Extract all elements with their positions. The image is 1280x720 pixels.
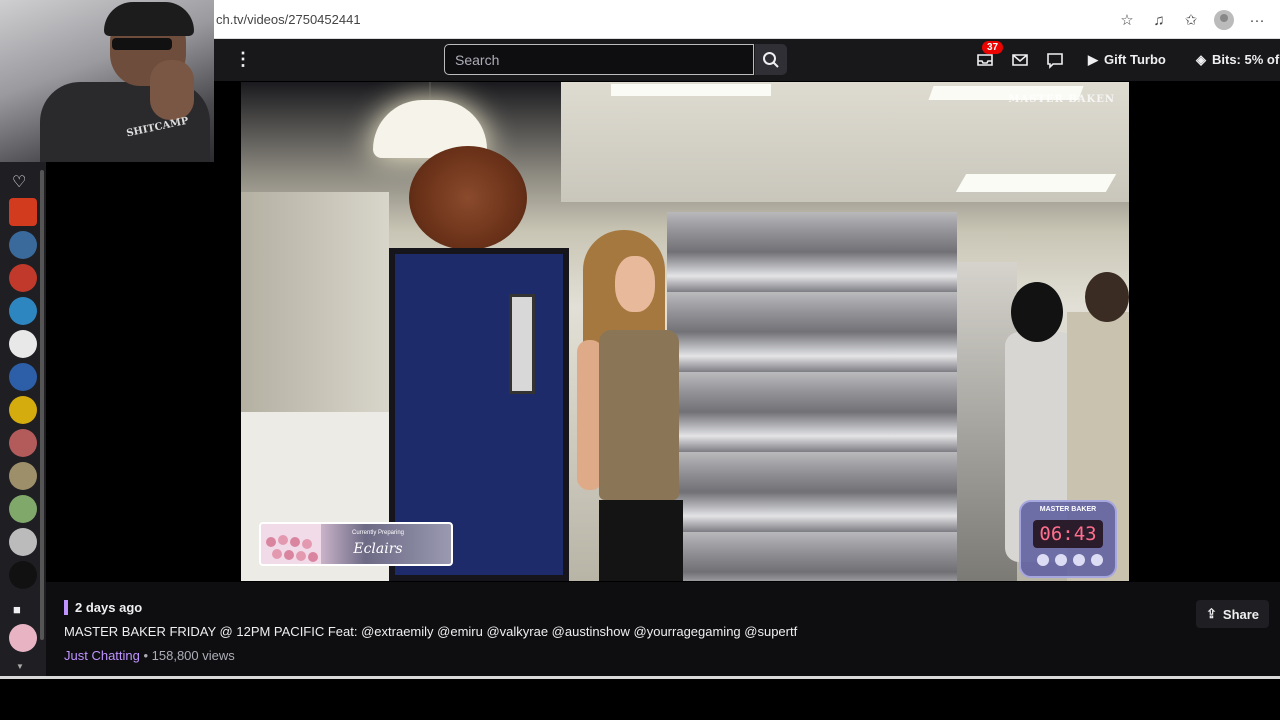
video-scene-person [569, 230, 689, 581]
timer-label: MASTER BAKER [1039, 506, 1097, 513]
browser-icons: ☆ ♫ ✩ ··· [1118, 10, 1266, 30]
currently-preparing-card: Currently Preparing Eclairs [259, 522, 453, 566]
bits-button[interactable]: ◈ Bits: 5% of [1188, 44, 1280, 75]
card-subtitle: Currently Preparing [351, 530, 405, 536]
more-icon[interactable]: ··· [1248, 12, 1266, 29]
category-link[interactable]: Just Chatting [64, 648, 140, 663]
share-label: Share [1222, 606, 1260, 622]
timer-overlay: MASTER BAKER 06:43 [1019, 500, 1117, 578]
bits-label: Bits: 5% of [1212, 52, 1280, 67]
gift-turbo-label: Gift Turbo [1104, 52, 1166, 67]
video-scene-person-head [1085, 272, 1129, 322]
sidebar-channel-13[interactable] [9, 624, 37, 652]
webcam-overlay: SHITCAMP [0, 0, 214, 162]
video-player[interactable]: MASTER BAKEN Currently Preparing Eclairs… [241, 82, 1129, 581]
heart-icon[interactable]: ♡ [12, 172, 26, 192]
sidebar-channel-5[interactable] [9, 330, 37, 358]
sidebar-channel-3[interactable] [9, 264, 37, 292]
camera-icon[interactable]: ■ [13, 602, 21, 617]
timer-dot [1055, 554, 1067, 566]
video-scene-top [599, 330, 679, 500]
profile-icon[interactable] [1214, 10, 1234, 30]
timer-dot [1037, 554, 1049, 566]
sidebar-channel-10[interactable] [9, 495, 37, 523]
sidebar-channel-2[interactable] [9, 231, 37, 259]
video-meta: Just Chatting • 158,800 views [64, 648, 235, 663]
search-button[interactable] [755, 44, 787, 75]
mail-icon [1012, 54, 1028, 66]
timer-dots [1037, 554, 1103, 566]
chat-button[interactable] [1045, 50, 1065, 70]
star-icon[interactable]: ☆ [1118, 11, 1136, 29]
video-title: MASTER BAKER FRIDAY @ 12PM PACIFIC Feat:… [64, 624, 798, 639]
video-scene-face [615, 256, 655, 312]
followed-channels-sidebar: ♡ ■ ▼ [0, 162, 46, 676]
webcam-cap [104, 2, 194, 36]
sidebar-channel-11[interactable] [9, 528, 37, 556]
timer-dot [1091, 554, 1103, 566]
video-scene-basket [409, 146, 527, 250]
sidebar-channel-8[interactable] [9, 429, 37, 457]
favorites-icon[interactable]: ✩ [1182, 11, 1200, 29]
video-scene-light [955, 174, 1117, 192]
more-menu-icon[interactable]: ⋮ [234, 49, 252, 70]
video-info: 2 days ago MASTER BAKER FRIDAY @ 12PM PA… [46, 582, 1280, 676]
video-scene-light [611, 84, 771, 96]
sidebar-channel-4[interactable] [9, 297, 37, 325]
video-scene-person-head [1011, 282, 1063, 342]
sidebar-channel-12[interactable] [9, 561, 37, 589]
bits-icon: ◈ [1196, 51, 1206, 67]
search-icon [763, 52, 779, 68]
chat-icon [1047, 53, 1063, 69]
sidebar-channel-6[interactable] [9, 363, 37, 391]
share-button[interactable]: ⇪ Share [1196, 600, 1270, 628]
date-accent-bar [64, 600, 68, 615]
notification-badge: 37 [982, 41, 1004, 54]
timer-dot [1073, 554, 1085, 566]
view-count: • 158,800 views [139, 648, 235, 663]
address-bar-url[interactable]: ch.tv/videos/2750452441 [216, 12, 361, 27]
sidebar-channel-9[interactable] [9, 462, 37, 490]
media-icon[interactable]: ♫ [1150, 12, 1168, 29]
search-input[interactable]: Search [444, 44, 754, 75]
chevron-down-icon[interactable]: ▼ [16, 662, 24, 671]
share-icon: ⇪ [1206, 606, 1217, 621]
video-scene-door-window [509, 294, 535, 394]
whispers-button[interactable] [1010, 50, 1030, 70]
turbo-icon: ▶ [1088, 51, 1098, 67]
card-dish-name: Eclairs [353, 541, 403, 557]
video-scene-lamp-cord [429, 82, 431, 102]
video-date: 2 days ago [75, 600, 143, 615]
sidebar-channel-7[interactable] [9, 396, 37, 424]
window-bottom-border [0, 676, 1280, 679]
video-scene-pants [599, 500, 683, 581]
eclairs-image [261, 524, 321, 564]
screen: ch.tv/videos/2750452441 ☆ ♫ ✩ ··· ⋮ Sear… [0, 0, 1280, 720]
webcam-sunglasses [112, 38, 172, 50]
sidebar-scrollbar[interactable] [40, 170, 44, 640]
gift-turbo-button[interactable]: ▶ Gift Turbo [1080, 44, 1174, 75]
video-watermark: MASTER BAKEN [1008, 94, 1115, 105]
webcam-hand [150, 60, 194, 120]
timer-value: 06:43 [1033, 520, 1103, 548]
sidebar-channel-1[interactable] [9, 198, 37, 226]
video-scene-shelf [667, 212, 957, 581]
